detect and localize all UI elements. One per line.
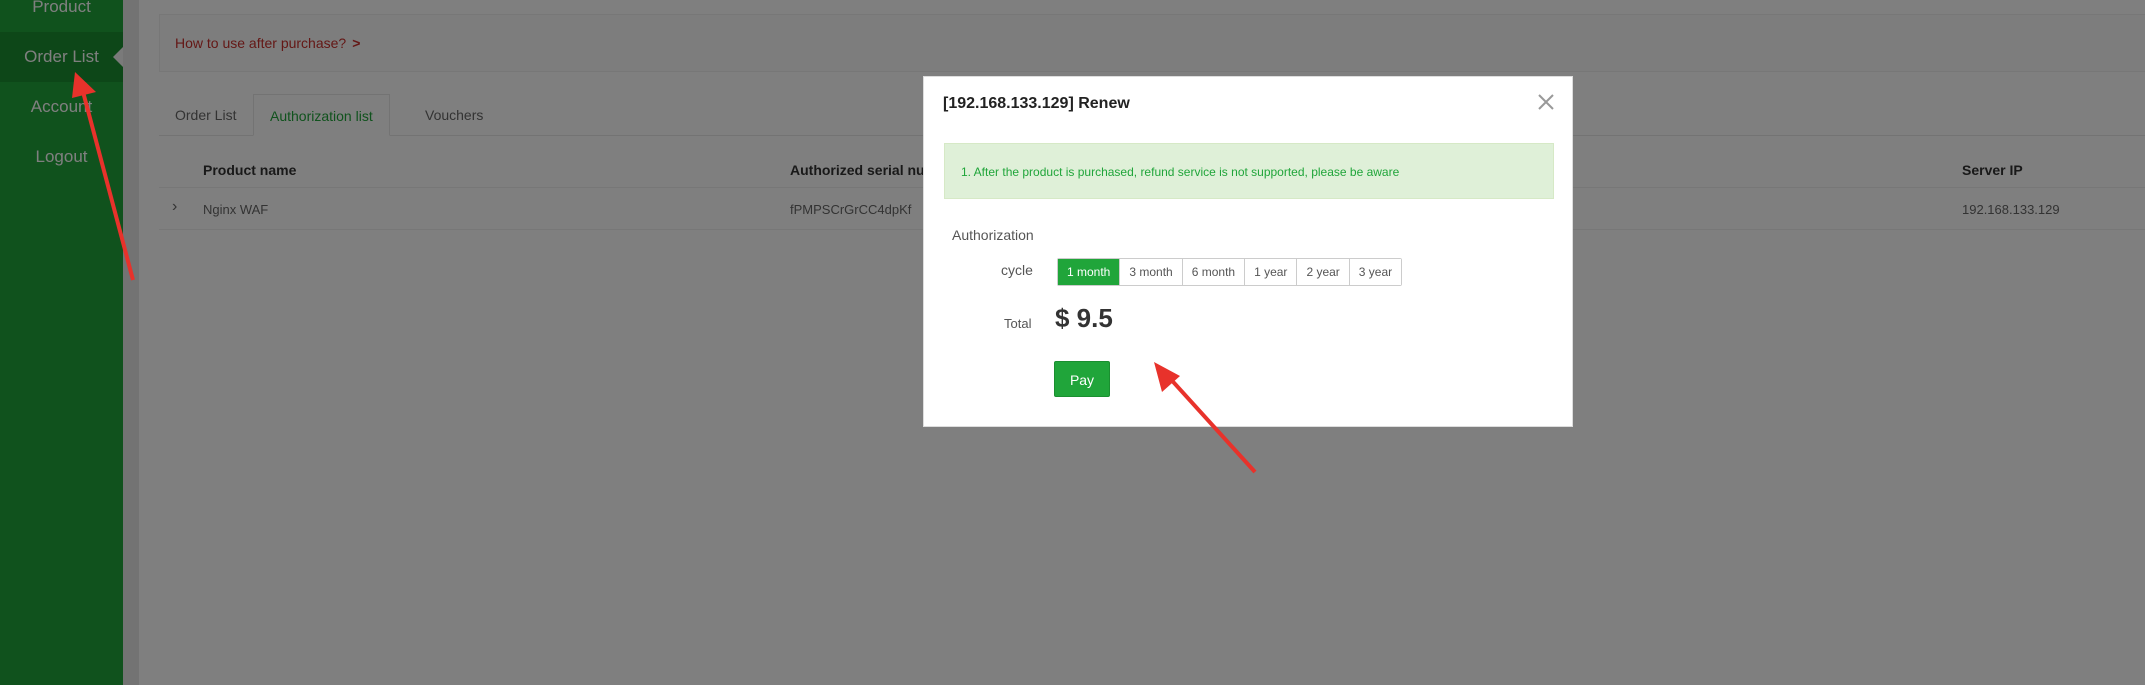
cycle-option-1-year[interactable]: 1 year (1245, 259, 1298, 285)
cycle-option-6-month[interactable]: 6 month (1182, 259, 1246, 285)
pay-button[interactable]: Pay (1054, 361, 1110, 397)
renew-dialog: [192.168.133.129] Renew 1. After the pro… (923, 76, 1573, 427)
cycle-option-2-year[interactable]: 2 year (1297, 259, 1350, 285)
close-icon[interactable] (1536, 92, 1556, 112)
dialog-title: [192.168.133.129] Renew (943, 95, 1130, 112)
total-label: Total (1004, 316, 1032, 331)
authorization-label: Authorization (952, 227, 1034, 243)
refund-notice: 1. After the product is purchased, refun… (944, 143, 1554, 199)
cycle-option-1-month[interactable]: 1 month (1058, 259, 1121, 285)
total-price: $ 9.5 (1055, 303, 1113, 333)
refund-notice-text: 1. After the product is purchased, refun… (961, 165, 1400, 179)
cycle-option-3-month[interactable]: 3 month (1120, 259, 1183, 285)
cycle-label: cycle (1001, 262, 1033, 278)
cycle-option-3-year[interactable]: 3 year (1349, 259, 1402, 285)
cycle-selector: 1 month 3 month 6 month 1 year 2 year 3 … (1057, 258, 1403, 286)
